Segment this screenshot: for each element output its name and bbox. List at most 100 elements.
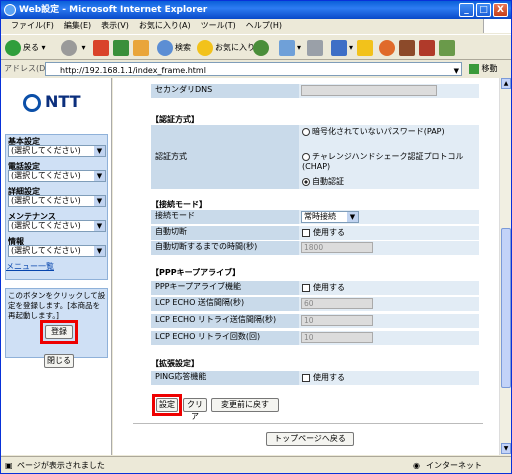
tool-button-1[interactable] [399,39,417,57]
conn-mode-select[interactable]: 常時接続 ▼ [301,211,359,223]
highlight-box [152,394,182,416]
checkbox-icon [302,283,310,292]
clear-button[interactable]: クリア [183,398,207,421]
nav-select-basic[interactable]: (選択してください) ▼ [8,145,106,157]
top-page-button[interactable]: トップページへ戻る [266,432,354,446]
scrollbar[interactable]: ▲ ▼ [499,78,511,455]
nav-select-phone[interactable]: (選択してください) ▼ [8,170,106,182]
back-arrow-icon [5,39,21,56]
close-button[interactable]: X [493,3,508,17]
lcp-interval-input[interactable]: 60 [301,298,373,309]
auth-option-pap[interactable]: 暗号化されていないパスワード(PAP) [302,127,472,137]
chevron-down-icon: ▼ [94,221,105,231]
auto-cut-time-input[interactable]: 1800 [301,242,373,253]
lcp-retry-count-input[interactable]: 10 [301,332,373,343]
forward-arrow-icon [61,39,77,56]
toolbar: 戻る ▾ ▾ 検索 お気に入り ▾ ▾ [1,34,511,60]
lcp-retry-interval-input[interactable]: 10 [301,315,373,326]
menu-edit[interactable]: 編集(E) [64,21,91,30]
revert-button[interactable]: 変更前に戻す [211,398,279,412]
ie-icon [4,4,16,16]
address-label: アドレス(D) [4,64,49,73]
edit-button[interactable]: ▾ [331,39,353,57]
clock-icon [379,39,395,56]
menu-favorites[interactable]: お気に入り(A) [139,21,191,30]
close-window-button[interactable]: 閉じる [44,354,74,368]
auth-option-auto[interactable]: 自動認証 [302,176,344,187]
ext-section-title: 【拡張設定】 [151,359,199,368]
menu-help[interactable]: ヘルプ(H) [246,21,282,30]
tool-button-2[interactable] [419,39,437,57]
go-arrow-icon [469,63,479,74]
globe-icon: ◉ [413,461,420,470]
back-button[interactable]: 戻る ▾ [5,39,46,57]
chevron-down-icon: ▼ [347,212,358,222]
radio-icon [302,152,310,161]
highlight-box [40,320,78,344]
address-input[interactable]: http://192.168.1.1/index_frame.html ▼ [45,62,462,76]
ppp-checkbox[interactable]: 使用する [302,282,345,294]
ping-checkbox[interactable]: 使用する [302,372,345,384]
chevron-down-icon: ▼ [94,246,105,256]
browser-window: Web設定 - Microsoft Internet Explorer _ □ … [0,0,512,474]
radio-selected-icon [302,177,310,186]
menu-file[interactable]: ファイル(F) [11,21,54,30]
scroll-thumb[interactable] [501,228,511,388]
nav-select-maintenance[interactable]: (選択してください) ▼ [8,220,106,232]
lcp-retry-interval-row: LCP ECHO リトライ送信間隔(秒) 10 [151,314,479,328]
refresh-button[interactable] [113,39,131,57]
history-icon [253,39,269,56]
refresh-icon [113,39,129,56]
auth-method-row: 認証方式 暗号化されていないパスワード(PAP) チャレンジハンドシェーク認証プ… [151,125,479,189]
nav-panel: 基本設定 (選択してください) ▼ 電話設定 (選択してください) ▼ 詳細設定 (… [5,134,108,280]
tool-button-3[interactable] [439,39,457,57]
scroll-down-icon[interactable]: ▼ [501,443,511,454]
forward-button[interactable]: ▾ [61,39,86,57]
status-text: ページが表示されました [17,461,105,470]
auth-section-title: 【認証方式】 [151,115,199,124]
secondary-dns-row: セカンダリDNS [151,84,479,98]
chevron-down-icon: ▼ [94,146,105,156]
ppp-section-title: 【PPPキープアライブ】 [151,268,241,277]
status-page-icon: ▣ [5,461,13,470]
left-frame: NTT 基本設定 (選択してください) ▼ 電話設定 (選択してください) ▼ 詳細… [1,78,112,455]
ntt-logo: NTT [23,92,81,112]
ntt-logo-icon [23,93,41,112]
window-title: Web設定 - Microsoft Internet Explorer [19,5,208,15]
auth-option-chap[interactable]: チャレンジハンドシェーク認証プロトコル(CHAP) [302,152,472,172]
nav-select-info[interactable]: (選択してください) ▼ [8,245,106,257]
menu-list-link[interactable]: メニュー一覧 [6,261,54,272]
stop-icon [93,39,109,56]
chevron-down-icon[interactable]: ▼ [454,63,459,79]
scroll-up-icon[interactable]: ▲ [501,78,511,89]
windows-flag-icon [483,19,511,33]
go-button[interactable]: 移動 [469,61,498,77]
nav-select-detail[interactable]: (選択してください) ▼ [8,195,106,207]
menu-view[interactable]: 表示(V) [101,21,129,30]
divider [133,423,483,424]
secondary-dns-input[interactable] [301,85,437,96]
messenger-button[interactable] [379,39,397,57]
menu-tools[interactable]: ツール(T) [201,21,236,30]
word-icon [331,39,347,56]
home-button[interactable] [133,39,151,57]
chevron-down-icon: ▼ [94,196,105,206]
title-bar: Web設定 - Microsoft Internet Explorer _ □ … [1,1,511,19]
mail-button[interactable]: ▾ [279,39,301,57]
maximize-button[interactable]: □ [476,3,491,17]
auto-cut-checkbox[interactable]: 使用する [302,227,345,239]
favorites-button[interactable]: お気に入り [197,39,255,57]
print-icon [307,39,323,56]
discuss-button[interactable] [357,39,375,57]
stop-button[interactable] [93,39,111,57]
search-button[interactable]: 検索 [157,39,191,57]
ping-row: PING応答機能 使用する [151,371,479,385]
main-frame: セカンダリDNS 【認証方式】 認証方式 暗号化されていないパスワード(PAP)… [113,78,499,455]
save-note: このボタンをクリックして設定を登録します。[本商品を再起動します。] [8,291,106,320]
history-button[interactable] [253,39,271,57]
status-zone: インターネット [426,461,482,470]
radio-icon [302,127,310,136]
folder-icon [357,39,373,56]
minimize-button[interactable]: _ [459,3,474,17]
print-button[interactable] [307,39,325,57]
